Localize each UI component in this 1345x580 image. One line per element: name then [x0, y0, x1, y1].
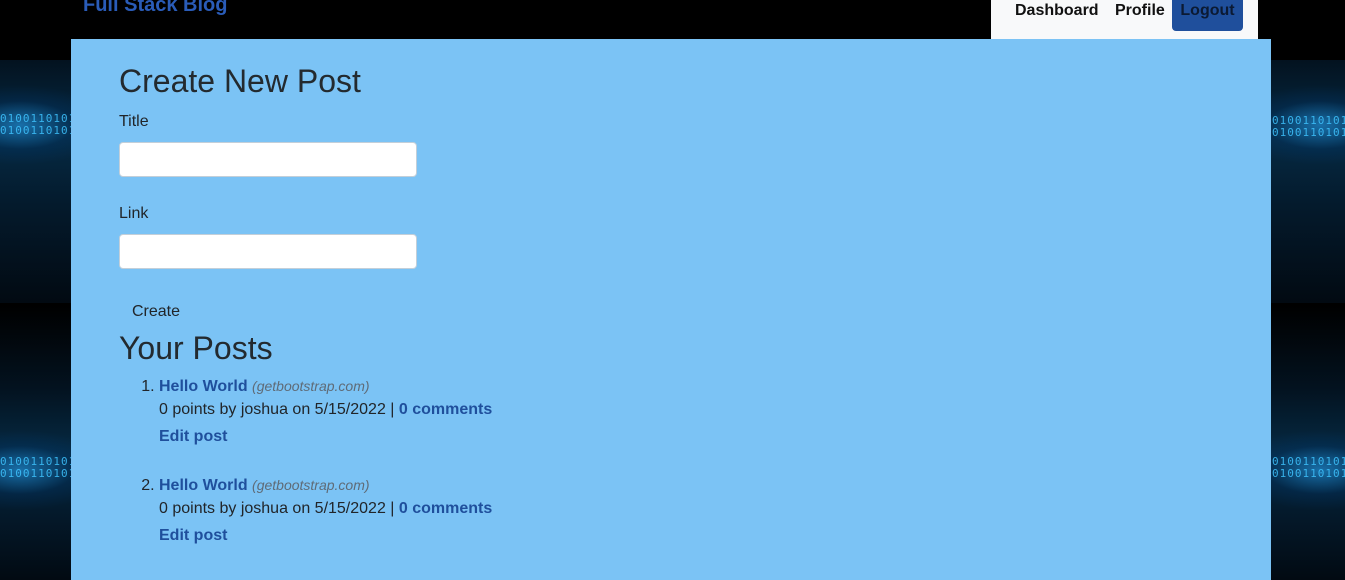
- comments-link[interactable]: 0 comments: [399, 401, 492, 418]
- edit-post-link[interactable]: Edit post: [159, 527, 227, 545]
- nav-dashboard-link[interactable]: Dashboard: [1015, 0, 1099, 31]
- binary-decoration: 0100110101: [1272, 467, 1345, 480]
- comments-link[interactable]: 0 comments: [399, 500, 492, 517]
- navbar: Full Stack Blog Dashboard Profile Logout: [0, 0, 1345, 40]
- nav-profile-link[interactable]: Profile: [1115, 0, 1165, 31]
- link-label: Link: [119, 205, 149, 222]
- link-input[interactable]: [119, 234, 417, 269]
- post-meta: 0 points by joshua on 5/15/2022 | 0 comm…: [159, 401, 959, 419]
- binary-decoration: 0100110101: [1272, 126, 1345, 139]
- title-input[interactable]: [119, 142, 417, 177]
- main-panel: Create New Post Title Link Create Your P…: [71, 39, 1271, 580]
- post-domain: (getbootstrap.com): [252, 378, 370, 394]
- post-domain: (getbootstrap.com): [252, 477, 370, 493]
- post-item: Hello World (getbootstrap.com) 0 points …: [159, 477, 959, 576]
- create-button[interactable]: Create: [119, 299, 193, 325]
- binary-decoration: 0100110101: [0, 124, 77, 137]
- create-post-heading: Create New Post: [119, 63, 361, 99]
- post-item: Hello World (getbootstrap.com) 0 points …: [159, 378, 959, 477]
- nav-links: Dashboard Profile Logout: [991, 0, 1258, 39]
- post-title-link[interactable]: Hello World: [159, 378, 248, 395]
- brand-link[interactable]: Full Stack Blog: [83, 0, 227, 17]
- your-posts-heading: Your Posts: [119, 330, 273, 366]
- post-meta-text: 0 points by joshua on 5/15/2022 |: [159, 401, 395, 418]
- logout-button[interactable]: Logout: [1172, 0, 1243, 31]
- post-list: Hello World (getbootstrap.com) 0 points …: [119, 378, 959, 576]
- binary-decoration: 0100110101: [0, 467, 77, 480]
- post-meta-text: 0 points by joshua on 5/15/2022 |: [159, 500, 395, 517]
- post-title-link[interactable]: Hello World: [159, 477, 248, 494]
- edit-post-link[interactable]: Edit post: [159, 428, 227, 446]
- title-label: Title: [119, 113, 149, 130]
- post-meta: 0 points by joshua on 5/15/2022 | 0 comm…: [159, 500, 959, 518]
